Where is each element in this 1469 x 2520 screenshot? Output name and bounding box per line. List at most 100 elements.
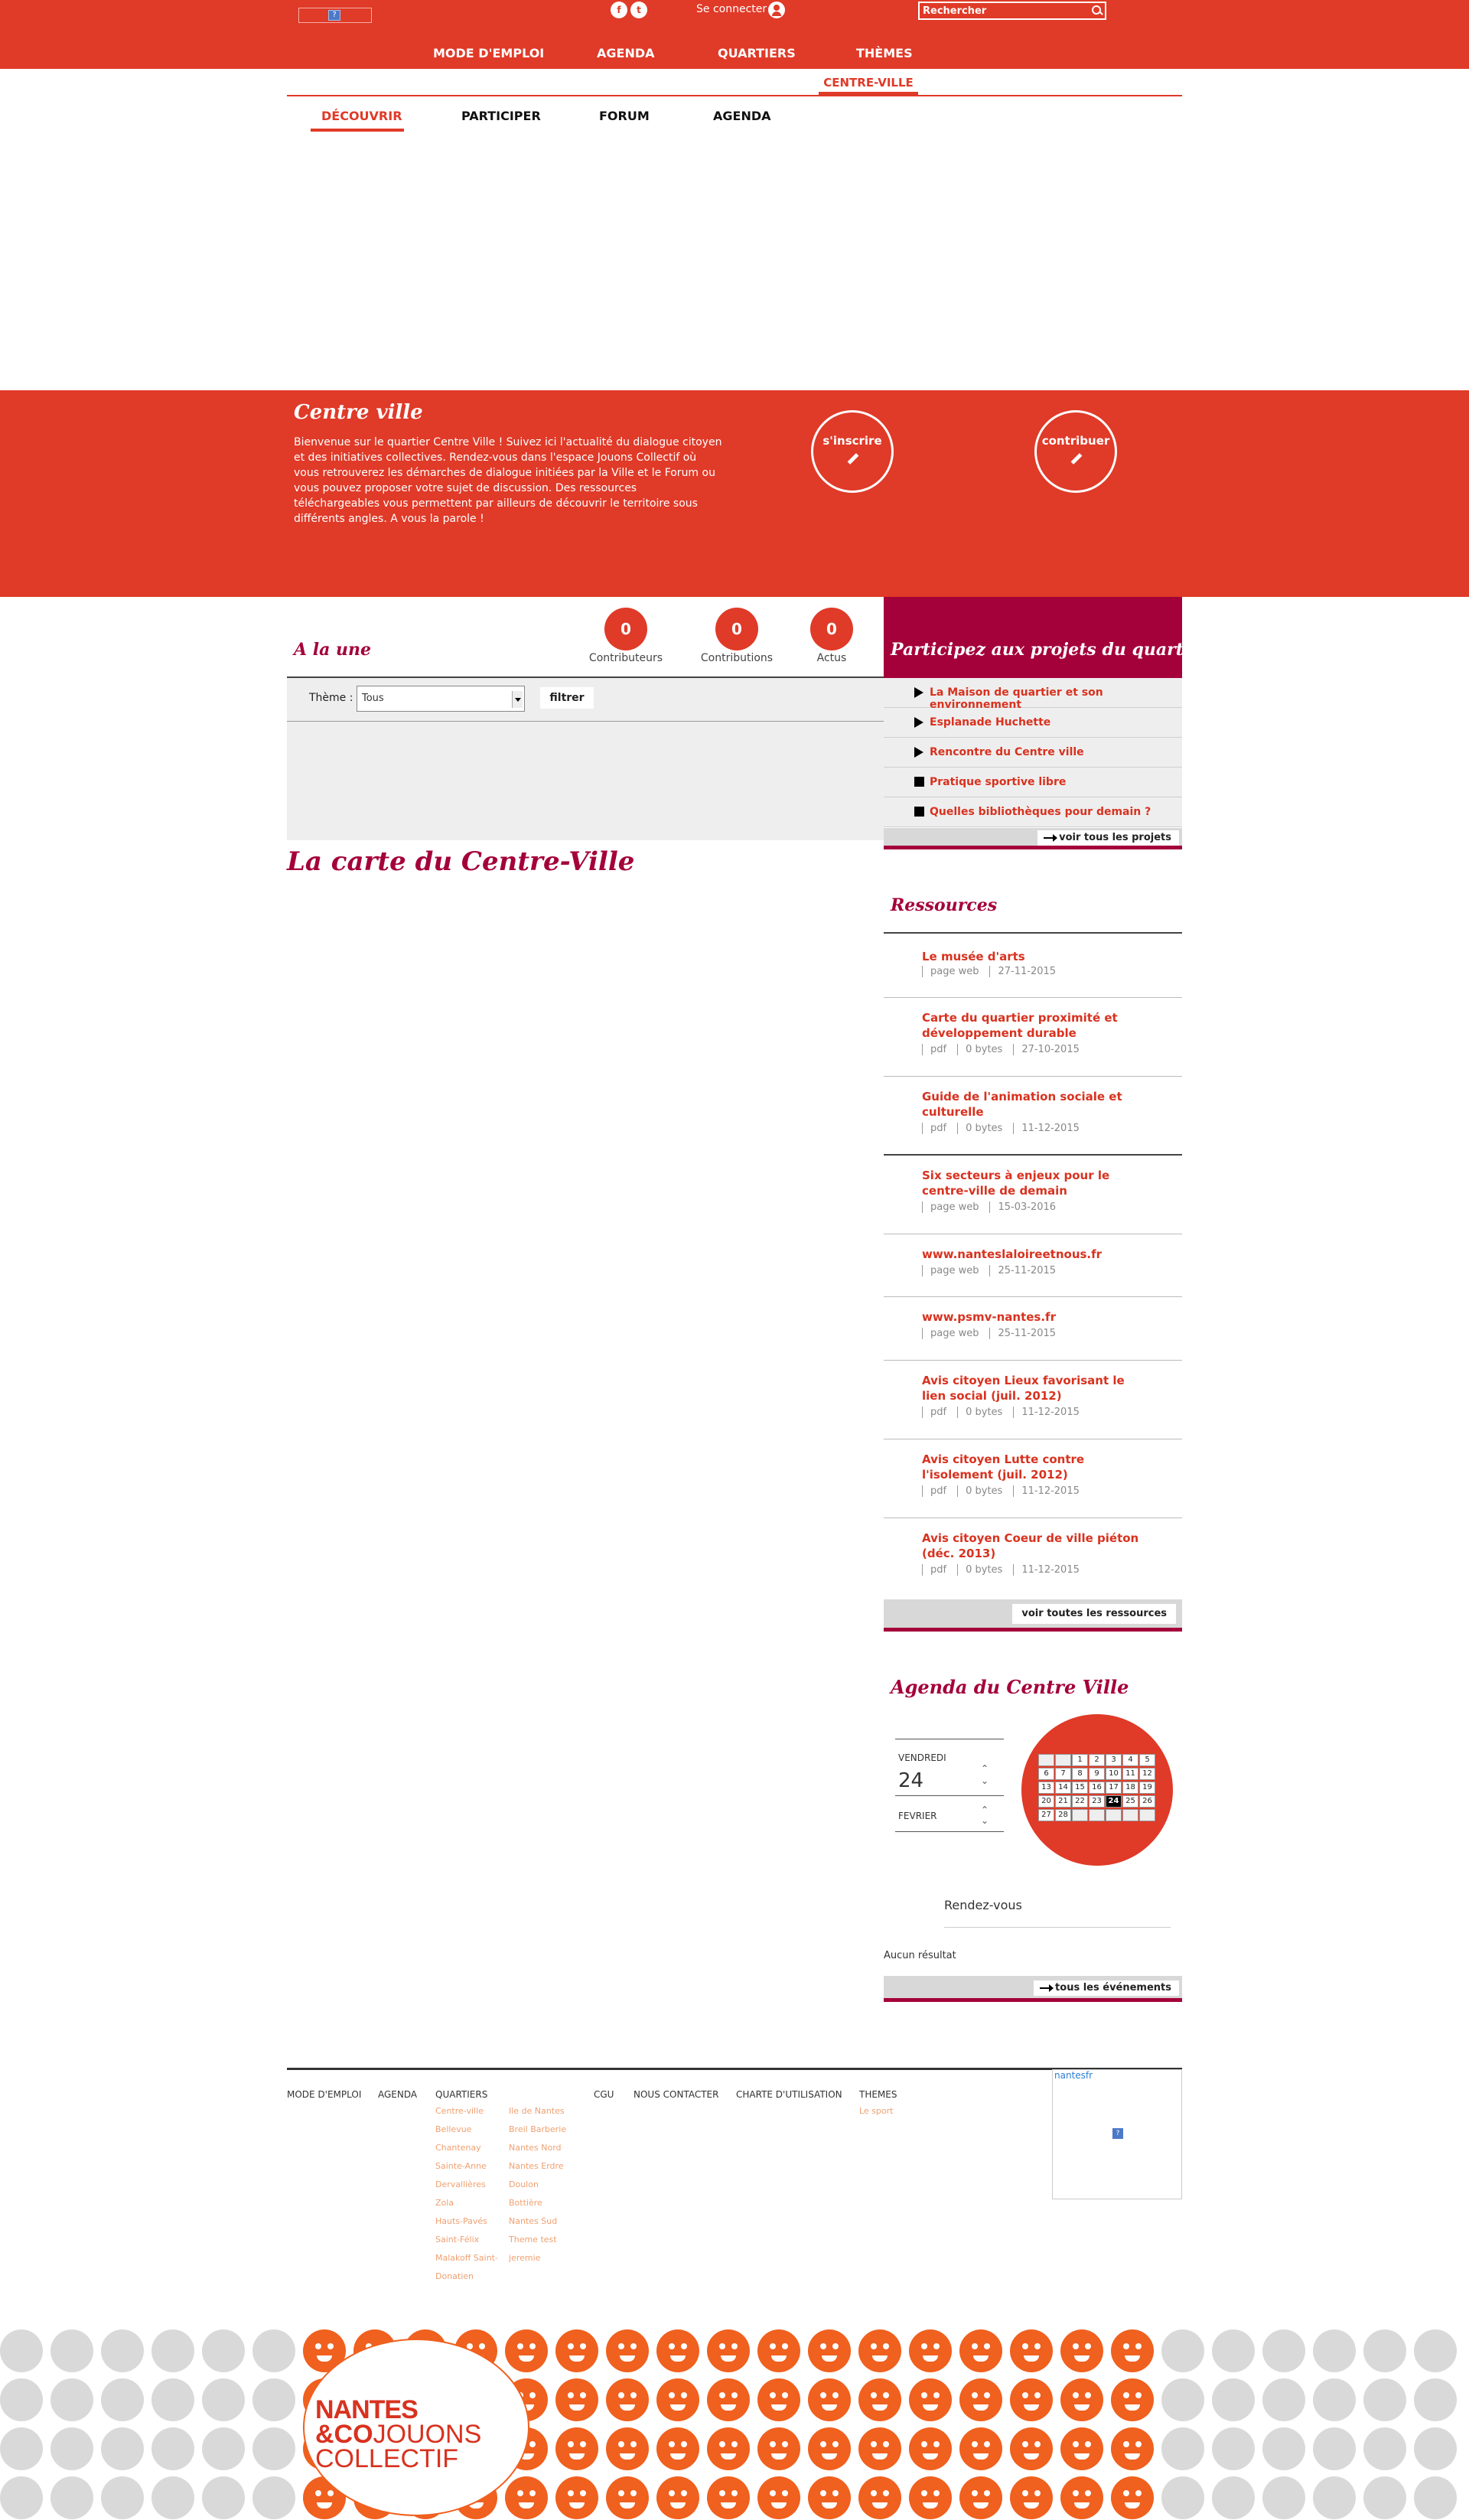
- footer-nav-mode-emploi[interactable]: MODE D'EMPLOI: [287, 2089, 361, 2100]
- footer-quartier-link[interactable]: Nantes Nord: [509, 2143, 562, 2153]
- footer-quartier-link[interactable]: Ile de Nantes: [509, 2106, 565, 2116]
- twitter-widget[interactable]: nantesfr ?: [1052, 2069, 1182, 2199]
- footer-quartier-link[interactable]: jeremie: [509, 2253, 540, 2263]
- footer-quartier-link[interactable]: Chantenay: [435, 2143, 481, 2153]
- calendar-day[interactable]: 6: [1038, 1768, 1054, 1780]
- calendar-day[interactable]: 11: [1122, 1768, 1138, 1780]
- footer-quartier-link[interactable]: Malakoff Saint-: [435, 2253, 498, 2263]
- nav-quartiers[interactable]: QUARTIERS: [718, 46, 796, 60]
- chevron-down-icon[interactable]: ⌄: [981, 1775, 989, 1786]
- nav-mode-emploi[interactable]: MODE D'EMPLOI: [433, 46, 544, 60]
- project-item[interactable]: Quelles bibliothèques pour demain ?: [884, 797, 1182, 827]
- nav-agenda[interactable]: AGENDA: [597, 46, 655, 60]
- footer-quartier-link[interactable]: Donatien: [435, 2271, 474, 2281]
- calendar-day[interactable]: 13: [1038, 1782, 1054, 1794]
- calendar-day[interactable]: 10: [1106, 1768, 1122, 1780]
- calendar-day[interactable]: 12: [1139, 1768, 1155, 1780]
- calendar-day[interactable]: 28: [1055, 1809, 1071, 1821]
- footer-quartier-link[interactable]: Saint-Félix: [435, 2235, 479, 2245]
- footer-quartier-link[interactable]: Breil Barberie: [509, 2124, 566, 2134]
- facebook-icon[interactable]: f: [611, 2, 627, 18]
- calendar-day[interactable]: 20: [1038, 1795, 1054, 1808]
- calendar-day[interactable]: 2: [1089, 1754, 1105, 1766]
- tab-agenda[interactable]: AGENDA: [713, 109, 771, 123]
- footer-nav-quartiers[interactable]: QUARTIERS: [435, 2089, 487, 2100]
- calendar-day[interactable]: 17: [1106, 1782, 1122, 1794]
- calendar-day[interactable]: 26: [1139, 1795, 1155, 1808]
- tab-participer[interactable]: PARTICIPER: [461, 109, 541, 123]
- filter-button[interactable]: filtrer: [540, 687, 594, 709]
- calendar-day[interactable]: 7: [1055, 1768, 1071, 1780]
- footer-theme-link[interactable]: Le sport: [859, 2106, 893, 2116]
- nav-themes[interactable]: THÈMES: [856, 46, 913, 60]
- chevron-up-icon[interactable]: ⌃: [981, 1804, 989, 1815]
- calendar-day[interactable]: 25: [1122, 1795, 1138, 1808]
- tab-decouvrir[interactable]: DÉCOUVRIR: [321, 109, 402, 123]
- contribute-button[interactable]: contribuer: [1034, 410, 1117, 493]
- calendar-day[interactable]: 21: [1055, 1795, 1071, 1808]
- resource-item[interactable]: Avis citoyen Lieux favorisant le lien so…: [884, 1361, 1182, 1439]
- calendar-day[interactable]: 16: [1089, 1782, 1105, 1794]
- project-item[interactable]: Rencontre du Centre ville: [884, 738, 1182, 768]
- footer-quartier-link[interactable]: Bottière: [509, 2198, 542, 2208]
- all-resources-button[interactable]: voir toutes les ressources: [1012, 1604, 1176, 1624]
- footer-nav-agenda[interactable]: AGENDA: [378, 2089, 417, 2100]
- calendar-day[interactable]: 19: [1139, 1782, 1155, 1794]
- footer-quartier-link[interactable]: Dervallières: [435, 2179, 486, 2189]
- resource-item[interactable]: Guide de l'animation sociale et culturel…: [884, 1077, 1182, 1156]
- footer-quartier-link[interactable]: Doulon: [509, 2179, 539, 2189]
- footer-quartier-link[interactable]: Theme test: [509, 2235, 557, 2245]
- resource-item[interactable]: Le musée d'arts page web 27-11-2015: [884, 934, 1182, 998]
- project-item[interactable]: Pratique sportive libre: [884, 768, 1182, 797]
- search-input[interactable]: [923, 4, 1083, 18]
- resource-item[interactable]: www.nanteslaloireetnous.fr page web 25-11…: [884, 1234, 1182, 1297]
- calendar-day[interactable]: 22: [1072, 1795, 1088, 1808]
- calendar-day[interactable]: 8: [1072, 1768, 1088, 1780]
- resource-item[interactable]: Avis citoyen Coeur de ville piéton (déc.…: [884, 1518, 1182, 1598]
- calendar-day[interactable]: 1: [1072, 1754, 1088, 1766]
- twitter-icon[interactable]: t: [630, 2, 647, 18]
- footer-nav-charte[interactable]: CHARTE D'UTILISATION: [736, 2089, 842, 2100]
- project-item[interactable]: La Maison de quartier et son environneme…: [884, 678, 1182, 711]
- theme-select[interactable]: Tous: [357, 686, 525, 712]
- footer-nav-themes[interactable]: THEMES: [859, 2089, 897, 2100]
- signup-button[interactable]: s'inscrire: [811, 410, 894, 493]
- resource-item[interactable]: Six secteurs à enjeux pour le centre-vil…: [884, 1156, 1182, 1234]
- footer-quartier-link[interactable]: Centre-ville: [435, 2106, 484, 2116]
- tab-forum[interactable]: FORUM: [599, 109, 650, 123]
- district-tab[interactable]: CENTRE-VILLE: [819, 73, 918, 96]
- chevron-down-icon[interactable]: ⌄: [981, 1815, 989, 1826]
- login-link[interactable]: Se connecter: [696, 3, 767, 15]
- user-icon[interactable]: [768, 2, 785, 18]
- calendar-day[interactable]: 18: [1122, 1782, 1138, 1794]
- site-logo-placeholder[interactable]: ?: [298, 8, 372, 23]
- footer-quartier-link[interactable]: Sainte-Anne: [435, 2161, 487, 2171]
- footer-nav-contact[interactable]: NOUS CONTACTER: [634, 2089, 718, 2100]
- all-projects-button[interactable]: voir tous les projets: [1037, 830, 1179, 846]
- grey-circle-decoration: [50, 2427, 93, 2470]
- calendar-day[interactable]: 3: [1106, 1754, 1122, 1766]
- footer-quartier-link[interactable]: Nantes Erdre: [509, 2161, 564, 2171]
- calendar-day[interactable]: 5: [1139, 1754, 1155, 1766]
- calendar-day[interactable]: 27: [1038, 1809, 1054, 1821]
- project-item[interactable]: Esplanade Huchette: [884, 708, 1182, 738]
- footer-quartier-link[interactable]: Hauts-Pavés: [435, 2216, 487, 2226]
- footer-quartier-link[interactable]: Bellevue: [435, 2124, 471, 2134]
- calendar-day[interactable]: 4: [1122, 1754, 1138, 1766]
- all-events-button[interactable]: tous les événements: [1034, 1980, 1179, 1996]
- footer-quartier-link[interactable]: Nantes Sud: [509, 2216, 557, 2226]
- footer-quartier-link[interactable]: Zola: [435, 2198, 454, 2208]
- calendar-day[interactable]: 14: [1055, 1782, 1071, 1794]
- calendar-day[interactable]: 9: [1089, 1768, 1105, 1780]
- search-icon[interactable]: [1091, 5, 1103, 17]
- calendar-day[interactable]: 23: [1089, 1795, 1105, 1808]
- twitter-name[interactable]: nantesfr: [1054, 2070, 1093, 2081]
- resource-item[interactable]: Avis citoyen Lutte contre l'isolement (j…: [884, 1439, 1182, 1518]
- resource-item[interactable]: Carte du quartier proximité et développe…: [884, 998, 1182, 1077]
- footer-nav-cgu[interactable]: CGU: [594, 2089, 614, 2100]
- chevron-up-icon[interactable]: ⌃: [981, 1763, 989, 1774]
- resource-item[interactable]: www.psmv-nantes.fr page web 25-11-2015: [884, 1297, 1182, 1361]
- calendar-day[interactable]: 24: [1106, 1795, 1122, 1808]
- calendar-day[interactable]: 15: [1072, 1782, 1088, 1794]
- grey-circle-decoration: [252, 2329, 295, 2372]
